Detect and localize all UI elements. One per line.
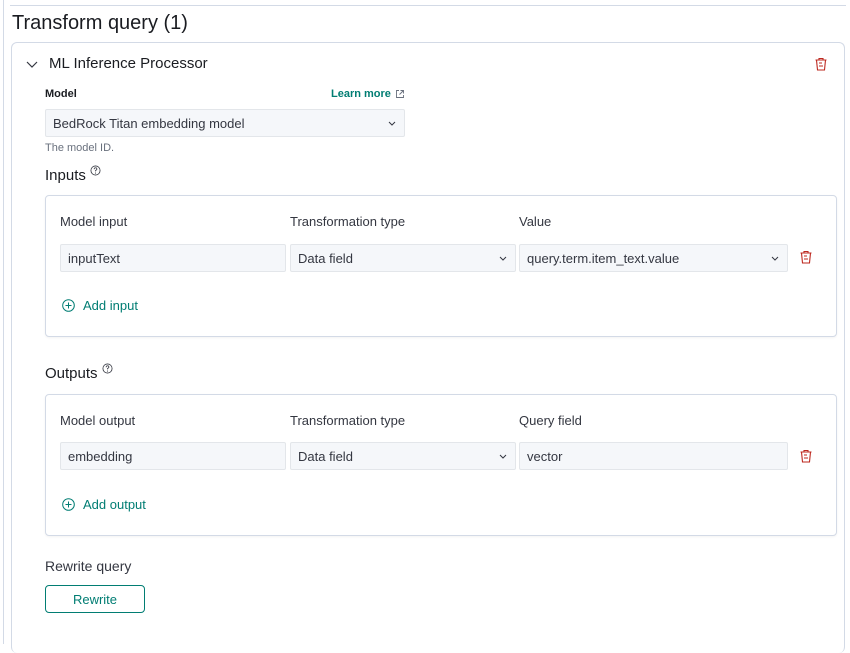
input-transformation-type-value: Data field xyxy=(298,250,353,266)
input-value-select[interactable]: query.term.item_text.value xyxy=(519,244,788,272)
external-link-icon xyxy=(395,90,404,98)
output-transformation-type-select[interactable]: Data field xyxy=(290,442,516,470)
model-input-field[interactable]: inputText xyxy=(60,244,286,272)
chevron-down-icon xyxy=(499,256,507,261)
delete-output-icon[interactable] xyxy=(798,448,814,464)
outputs-title-label: Outputs xyxy=(45,365,98,382)
query-field-value: vector xyxy=(527,448,563,464)
column-header-value: Value xyxy=(519,214,552,229)
help-icon[interactable] xyxy=(90,165,101,176)
model-output-value: embedding xyxy=(68,448,133,464)
rewrite-query-title: Rewrite query xyxy=(45,558,132,574)
top-divider xyxy=(10,5,846,6)
outputs-title: Outputs xyxy=(45,363,113,382)
rewrite-button[interactable]: Rewrite xyxy=(45,585,145,613)
add-output-button[interactable]: Add output xyxy=(62,497,146,512)
model-label: Model xyxy=(45,88,77,100)
model-input-value: inputText xyxy=(68,250,121,266)
processor-panel: ML Inference Processor Model Learn more … xyxy=(11,42,845,653)
processor-accordion-toggle[interactable]: ML Inference Processor xyxy=(25,55,208,72)
learn-more-label: Learn more xyxy=(331,88,391,100)
column-header-query-field: Query field xyxy=(519,413,582,428)
query-field-input[interactable]: vector xyxy=(519,442,788,470)
model-select[interactable]: BedRock Titan embedding model xyxy=(45,109,405,137)
chevron-down-icon xyxy=(499,454,507,459)
chevron-down-icon xyxy=(388,121,396,126)
plus-circle-icon xyxy=(62,498,75,511)
add-output-label: Add output xyxy=(83,497,146,512)
chevron-down-icon xyxy=(771,256,779,261)
processor-title: ML Inference Processor xyxy=(49,55,208,72)
help-icon[interactable] xyxy=(102,363,113,374)
add-input-label: Add input xyxy=(83,298,138,313)
inputs-title-label: Inputs xyxy=(45,167,86,184)
outputs-panel: Model output Transformation type Query f… xyxy=(45,394,837,536)
column-header-model-input: Model input xyxy=(60,214,128,229)
add-input-button[interactable]: Add input xyxy=(62,298,138,313)
model-output-field[interactable]: embedding xyxy=(60,442,286,470)
left-divider xyxy=(3,0,4,644)
input-value-value: query.term.item_text.value xyxy=(527,250,680,266)
column-header-transformation-type: Transformation type xyxy=(290,214,406,229)
inputs-panel: Model input Transformation type Value in… xyxy=(45,195,837,337)
inputs-title: Inputs xyxy=(45,165,101,184)
page-title: Transform query (1) xyxy=(12,12,188,34)
delete-processor-icon[interactable] xyxy=(813,56,829,72)
chevron-down-icon xyxy=(26,61,38,68)
column-header-transformation-type: Transformation type xyxy=(290,413,406,428)
output-transformation-type-value: Data field xyxy=(298,448,353,464)
column-header-model-output: Model output xyxy=(60,413,136,428)
model-help-text: The model ID. xyxy=(45,142,115,154)
input-transformation-type-select[interactable]: Data field xyxy=(290,244,516,272)
learn-more-link[interactable]: Learn more xyxy=(331,88,405,100)
delete-input-icon[interactable] xyxy=(798,249,814,265)
model-select-value: BedRock Titan embedding model xyxy=(53,115,245,131)
plus-circle-icon xyxy=(62,299,75,312)
